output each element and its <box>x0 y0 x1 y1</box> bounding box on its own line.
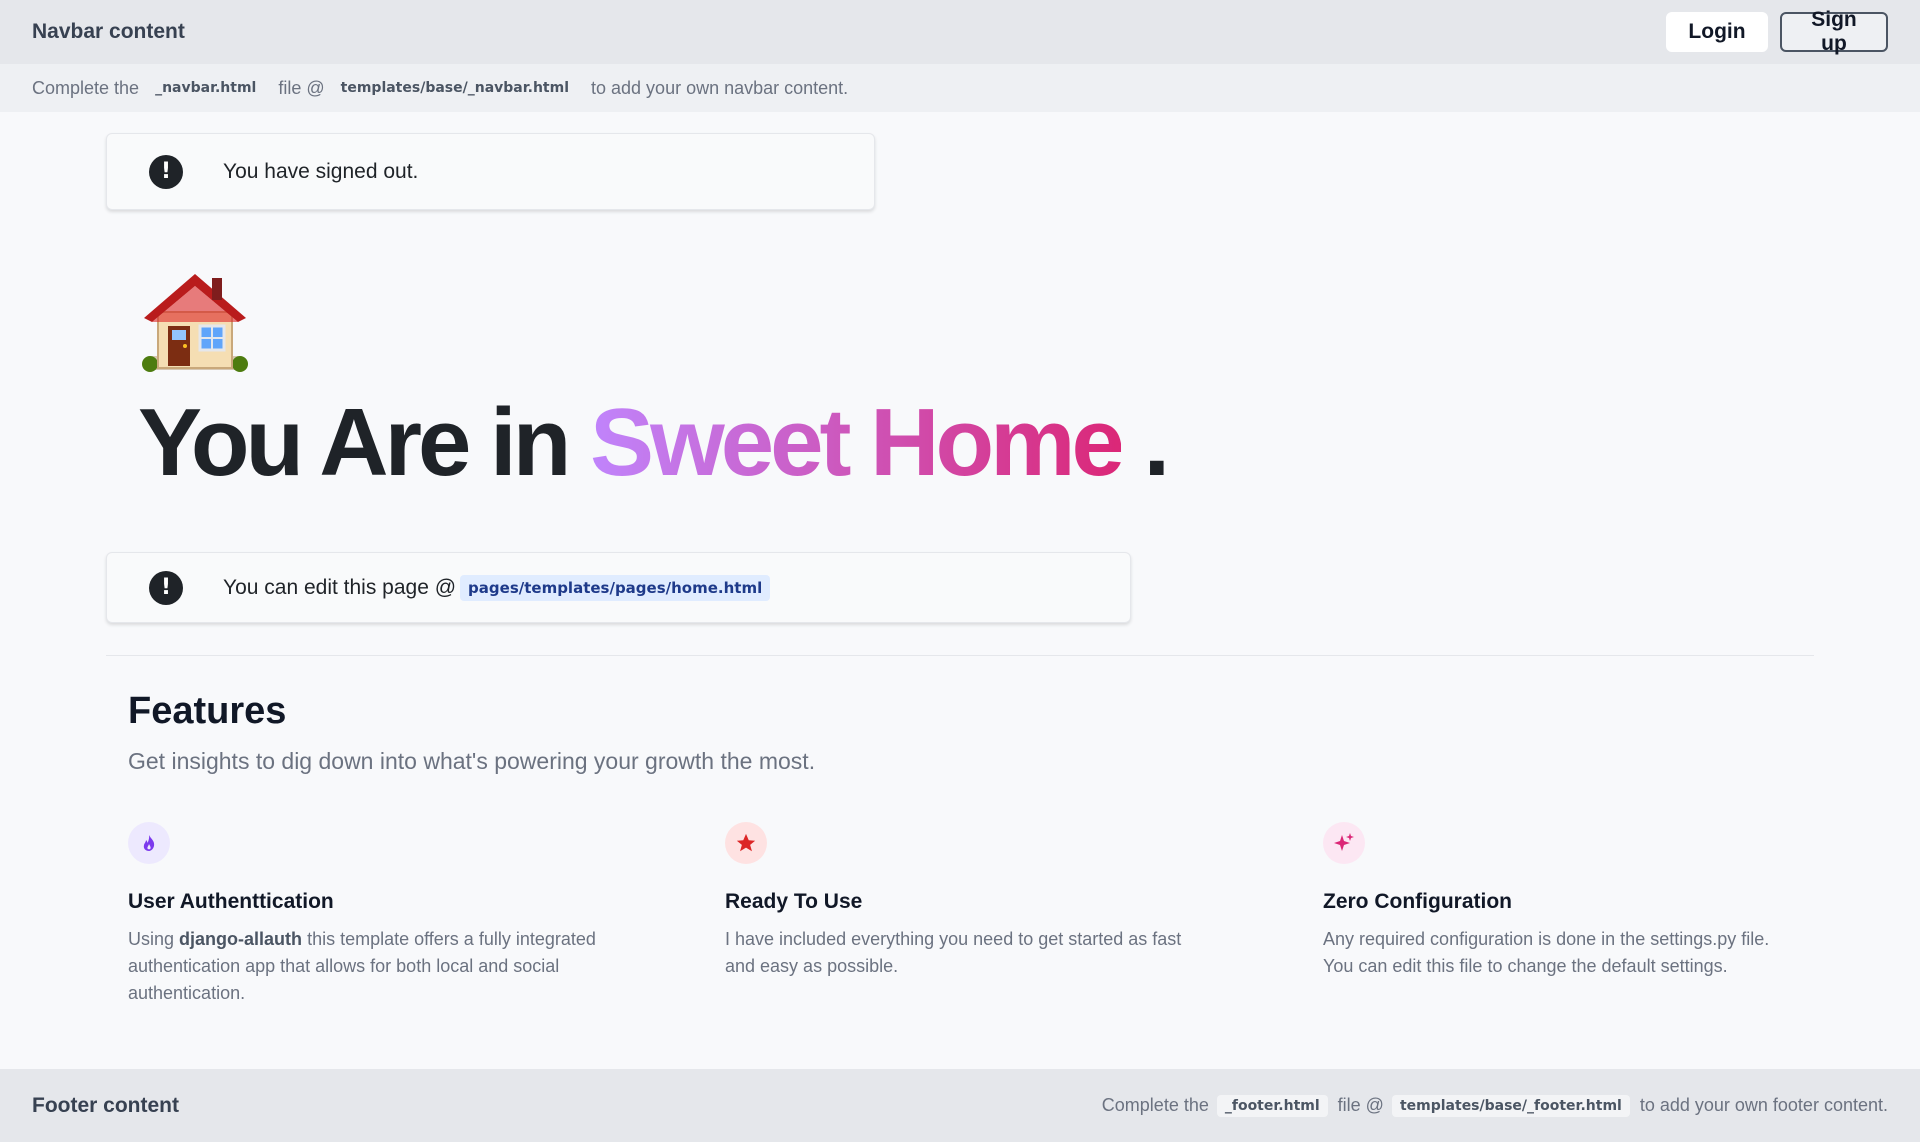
footer-brand: Footer content <box>32 1093 179 1117</box>
features-subtitle: Get insights to dig down into what's pow… <box>128 748 816 774</box>
navbar-hint-suffix: to add your own navbar content. <box>591 77 849 98</box>
navbar: Navbar content Login Sign up <box>0 0 1920 64</box>
feature-desc-bold: django-allauth <box>179 929 303 949</box>
navbar-hint: Complete the _navbar.html file @ templat… <box>0 64 1920 112</box>
signed-out-alert: ! You have signed out. <box>106 133 875 210</box>
footer-hint-prefix: Complete the <box>1101 1095 1209 1115</box>
navbar-path-code: templates/base/_navbar.html <box>340 80 570 96</box>
login-button[interactable]: Login <box>1666 12 1768 52</box>
alert-icon: ! <box>149 570 183 605</box>
hero-title-start: You Are in <box>138 389 571 496</box>
hero-title-highlight: Sweet Home <box>590 389 1125 496</box>
navbar-hint-prefix: Complete the <box>32 77 140 98</box>
footer-path-code: templates/base/_footer.html <box>1391 1094 1630 1117</box>
section-divider <box>106 655 1814 656</box>
alert-icon: ! <box>149 154 183 189</box>
navbar-file-code: _navbar.html <box>155 80 257 96</box>
hero-title-end: . <box>1143 389 1171 496</box>
navbar-hint-mid: file @ <box>278 77 325 98</box>
feature-title: Zero Configuration <box>1323 890 1512 913</box>
feature-title: Ready To Use <box>725 890 863 913</box>
features-title: Features <box>128 690 287 732</box>
footer-hint-suffix: to add your own footer content. <box>1639 1095 1888 1115</box>
star-icon <box>725 822 767 864</box>
navbar-brand[interactable]: Navbar content <box>32 20 185 44</box>
edit-page-message: You can edit this page @ <box>223 575 457 599</box>
feature-description: Using django-allauth this template offer… <box>128 926 608 1007</box>
navbar-actions: Login Sign up <box>1666 8 1888 55</box>
sparkles-icon <box>1323 822 1365 864</box>
edit-page-path-code: pages/templates/pages/home.html <box>460 574 771 601</box>
feature-desc-prefix: Using <box>128 929 175 949</box>
feature-zero-configuration: Zero Configuration Any required configur… <box>1323 822 1803 980</box>
feature-description: I have included everything you need to g… <box>725 929 1182 976</box>
house-emoji-icon <box>142 274 248 372</box>
signed-out-message: You have signed out. <box>223 159 419 183</box>
footer-hint: Complete the _footer.html file @ templat… <box>1101 1094 1888 1117</box>
fire-icon <box>128 822 170 864</box>
feature-ready-to-use: Ready To Use I have included everything … <box>725 822 1205 980</box>
hero-title: You Are in Sweet Home . <box>138 388 1171 498</box>
footer: Footer content Complete the _footer.html… <box>0 1069 1920 1142</box>
feature-user-authentication: User Authenttication Using django-allaut… <box>128 822 608 1007</box>
footer-hint-mid: file @ <box>1337 1095 1384 1115</box>
edit-page-alert: ! You can edit this page @ pages/templat… <box>106 552 1131 623</box>
signup-button[interactable]: Sign up <box>1780 8 1888 55</box>
feature-description: Any required configuration is done in th… <box>1323 929 1770 976</box>
footer-file-code: _footer.html <box>1216 1094 1328 1117</box>
feature-title: User Authenttication <box>128 890 334 913</box>
